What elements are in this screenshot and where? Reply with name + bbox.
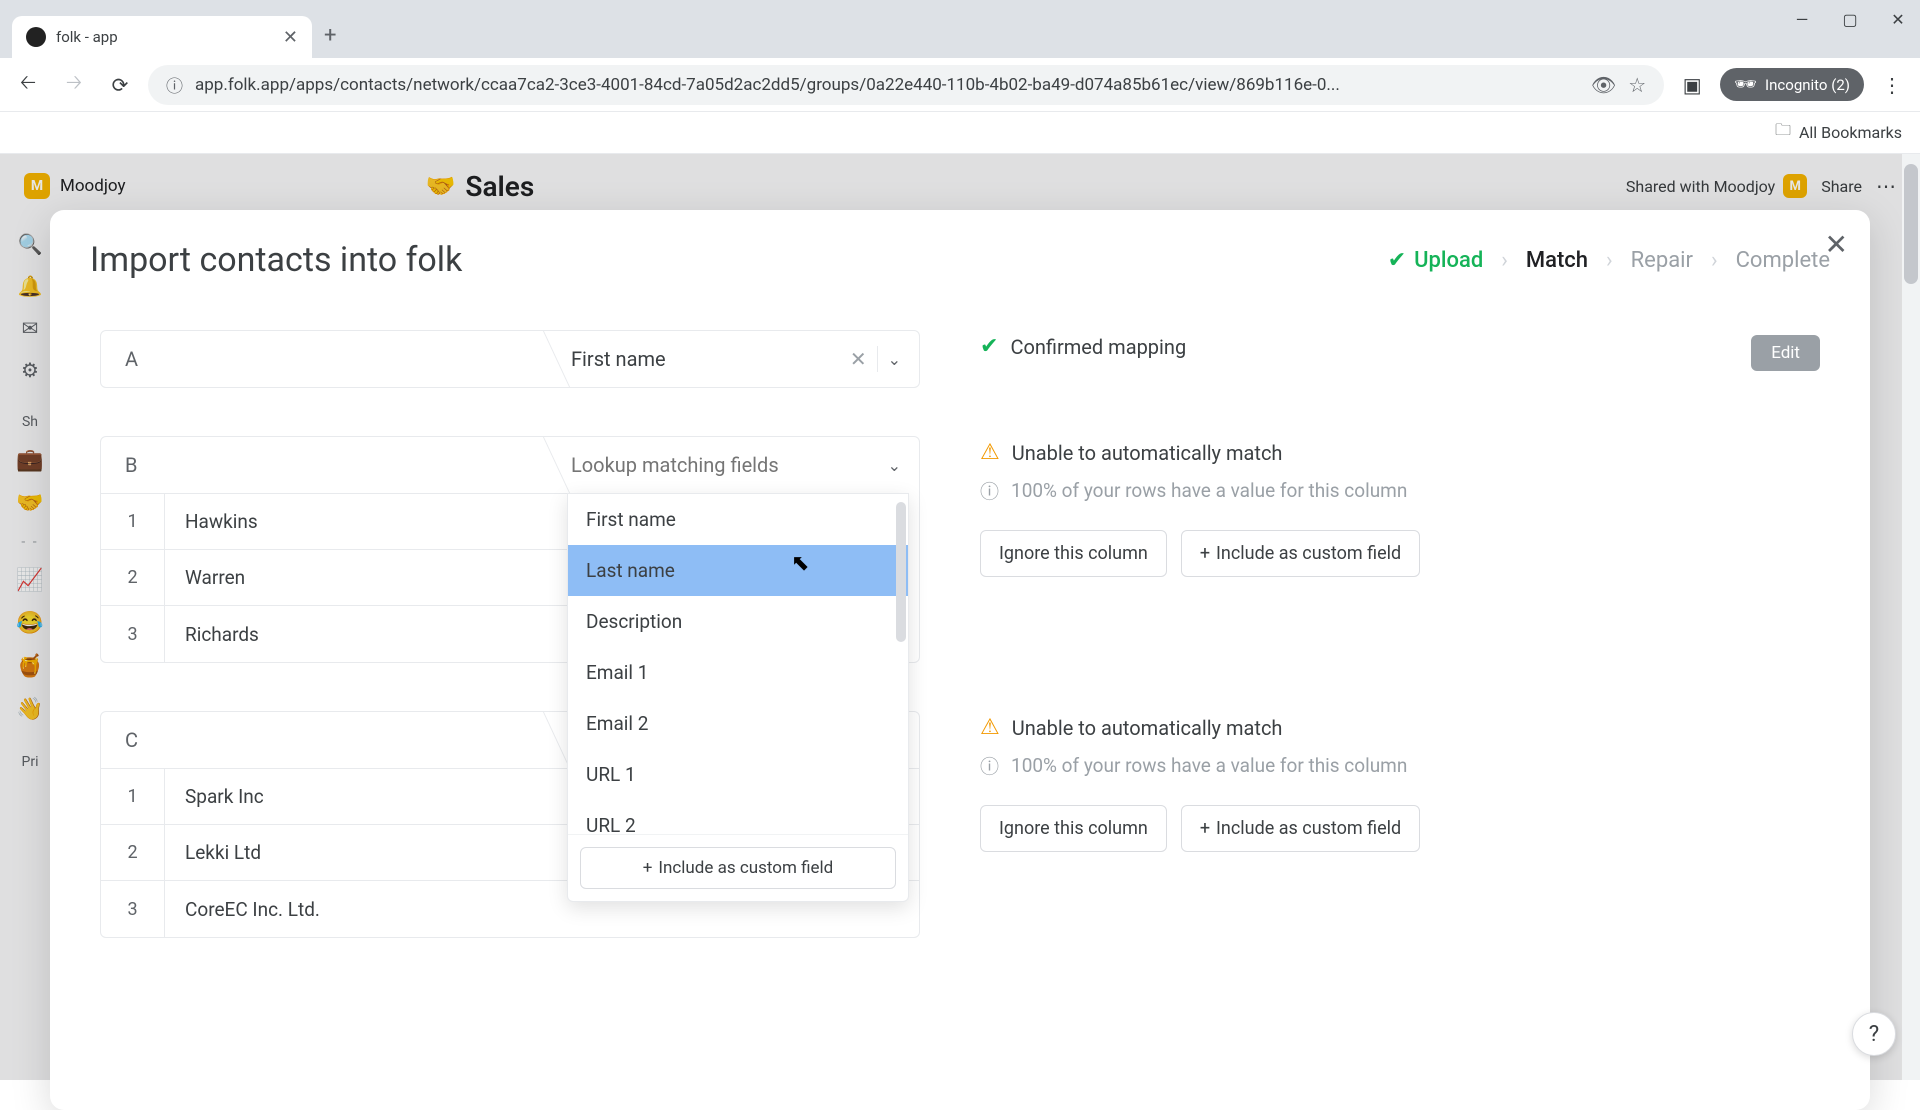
dropdown-option[interactable]: URL 1 bbox=[568, 749, 908, 800]
dropdown-option[interactable]: Email 1 bbox=[568, 647, 908, 698]
close-modal-icon[interactable]: ✕ bbox=[1825, 228, 1848, 261]
page-scrollbar[interactable] bbox=[1902, 154, 1920, 1080]
table-row: 3 Richards bbox=[101, 606, 567, 662]
step-complete: Complete bbox=[1736, 248, 1830, 273]
field-mapping-select[interactable]: ⌄ bbox=[541, 437, 919, 493]
check-icon: ✔ bbox=[1388, 248, 1406, 273]
unable-match-label: Unable to automatically match bbox=[1012, 441, 1283, 465]
tab-title: folk - app bbox=[56, 28, 273, 46]
browser-tab[interactable]: folk - app ✕ bbox=[12, 16, 312, 58]
include-custom-field-button[interactable]: + Include as custom field bbox=[580, 847, 896, 889]
reload-button[interactable]: ⟳ bbox=[102, 67, 138, 103]
row-value: Hawkins bbox=[165, 494, 567, 549]
folder-icon: 🗀 bbox=[1775, 119, 1791, 146]
chevron-right-icon: › bbox=[1501, 248, 1508, 273]
row-index: 3 bbox=[101, 606, 165, 662]
check-icon: ✔ bbox=[980, 334, 998, 359]
chevron-right-icon: › bbox=[1606, 248, 1613, 273]
include-custom-field-button[interactable]: + Include as custom field bbox=[1181, 805, 1420, 852]
clear-icon[interactable]: ✕ bbox=[850, 347, 867, 371]
field-lookup-input[interactable] bbox=[571, 453, 878, 477]
url-text: app.folk.app/apps/contacts/network/ccaa7… bbox=[195, 75, 1579, 95]
unable-match-label: Unable to automatically match bbox=[1012, 716, 1283, 740]
ignore-column-button[interactable]: Ignore this column bbox=[980, 530, 1167, 577]
row-value: Richards bbox=[165, 606, 567, 662]
dropdown-option[interactable]: Description bbox=[568, 596, 908, 647]
row-index: 2 bbox=[101, 825, 165, 880]
bookmark-star-icon[interactable]: ☆ bbox=[1628, 73, 1646, 97]
mapped-field-value: First name bbox=[571, 347, 840, 371]
info-icon: ⓘ bbox=[980, 752, 999, 779]
confirmed-label: Confirmed mapping bbox=[1010, 335, 1186, 359]
ignore-column-button[interactable]: Ignore this column bbox=[980, 805, 1167, 852]
plus-icon: + bbox=[1200, 543, 1210, 564]
column-card-b: B ⌄ 1 Hawkins 2 Warren bbox=[100, 436, 1820, 663]
warning-icon: ⚠ bbox=[980, 715, 1000, 740]
scrollbar-thumb[interactable] bbox=[1904, 164, 1918, 284]
side-panel-icon[interactable]: ▣ bbox=[1674, 67, 1710, 103]
row-index: 1 bbox=[101, 494, 165, 549]
incognito-label: Incognito (2) bbox=[1765, 76, 1850, 94]
scrollbar-thumb[interactable] bbox=[896, 502, 906, 642]
field-mapping-select[interactable]: First name ✕ ⌄ bbox=[541, 331, 919, 387]
tab-favicon bbox=[26, 27, 46, 47]
chrome-menu-icon[interactable]: ⋮ bbox=[1874, 73, 1910, 97]
window-controls: — ▢ ✕ bbox=[1792, 10, 1908, 29]
dropdown-option[interactable]: URL 2 bbox=[568, 800, 908, 834]
info-text: 100% of your rows have a value for this … bbox=[1011, 479, 1407, 502]
info-text: 100% of your rows have a value for this … bbox=[1011, 754, 1407, 777]
chevron-down-icon[interactable]: ⌄ bbox=[888, 456, 901, 475]
plus-icon: + bbox=[1200, 818, 1210, 839]
step-upload: ✔ Upload bbox=[1388, 248, 1484, 273]
eye-off-icon[interactable]: 👁 bbox=[1591, 73, 1616, 97]
include-custom-field-button[interactable]: + Include as custom field bbox=[1181, 530, 1420, 577]
browser-toolbar: 🡠 🡢 ⟳ ⓘ app.folk.app/apps/contacts/netwo… bbox=[0, 58, 1920, 112]
tab-close-icon[interactable]: ✕ bbox=[283, 27, 298, 48]
edit-button[interactable]: Edit bbox=[1751, 335, 1820, 371]
row-index: 1 bbox=[101, 769, 165, 824]
row-value: Warren bbox=[165, 550, 567, 605]
incognito-icon: 🕶 bbox=[1734, 74, 1757, 95]
back-button[interactable]: 🡠 bbox=[10, 67, 46, 103]
help-button[interactable]: ? bbox=[1852, 1012, 1896, 1056]
column-letter: B bbox=[101, 437, 541, 493]
chevron-down-icon[interactable]: ⌄ bbox=[888, 350, 901, 369]
site-info-icon[interactable]: ⓘ bbox=[166, 72, 183, 97]
forward-button: 🡢 bbox=[56, 67, 92, 103]
plus-icon: + bbox=[643, 858, 653, 878]
info-icon: ⓘ bbox=[980, 477, 999, 504]
column-card-a: A First name ✕ ⌄ ✔ Confirmed mapping bbox=[100, 330, 1820, 388]
all-bookmarks-button[interactable]: 🗀 All Bookmarks bbox=[1775, 119, 1902, 146]
new-tab-button[interactable]: + bbox=[324, 23, 336, 48]
close-window-icon[interactable]: ✕ bbox=[1888, 10, 1908, 29]
warning-icon: ⚠ bbox=[980, 440, 1000, 465]
column-letter: A bbox=[101, 331, 541, 387]
chevron-right-icon: › bbox=[1711, 248, 1718, 273]
modal-overlay: ✕ Import contacts into folk ✔ Upload › M… bbox=[0, 154, 1920, 1080]
row-index: 3 bbox=[101, 881, 165, 937]
step-repair: Repair bbox=[1631, 248, 1693, 273]
incognito-badge[interactable]: 🕶 Incognito (2) bbox=[1720, 68, 1864, 101]
modal-title: Import contacts into folk bbox=[90, 240, 462, 280]
dropdown-option[interactable]: Email 2 bbox=[568, 698, 908, 749]
preview-table: 1 Hawkins 2 Warren 3 Richards bbox=[101, 493, 567, 662]
table-row: 2 Warren bbox=[101, 550, 567, 606]
column-letter: C bbox=[101, 712, 541, 768]
table-row: 1 Hawkins bbox=[101, 494, 567, 550]
import-stepper: ✔ Upload › Match › Repair › Complete bbox=[1388, 248, 1830, 273]
bookmark-bar: 🗀 All Bookmarks bbox=[0, 112, 1920, 154]
browser-tab-strip: folk - app ✕ + — ▢ ✕ bbox=[0, 0, 1920, 58]
dropdown-option[interactable]: First name bbox=[568, 494, 908, 545]
row-index: 2 bbox=[101, 550, 165, 605]
dropdown-option[interactable]: Last name bbox=[568, 545, 908, 596]
step-match: Match bbox=[1526, 248, 1588, 273]
minimize-icon[interactable]: — bbox=[1792, 10, 1812, 29]
maximize-icon[interactable]: ▢ bbox=[1840, 10, 1860, 29]
column-card-c: C 1 Spark Inc 2 Lekki Ltd 3 bbox=[100, 711, 1820, 938]
field-dropdown: First name Last name Description Email 1… bbox=[567, 493, 909, 902]
import-modal: ✕ Import contacts into folk ✔ Upload › M… bbox=[50, 210, 1870, 1110]
address-bar[interactable]: ⓘ app.folk.app/apps/contacts/network/cca… bbox=[148, 65, 1664, 105]
